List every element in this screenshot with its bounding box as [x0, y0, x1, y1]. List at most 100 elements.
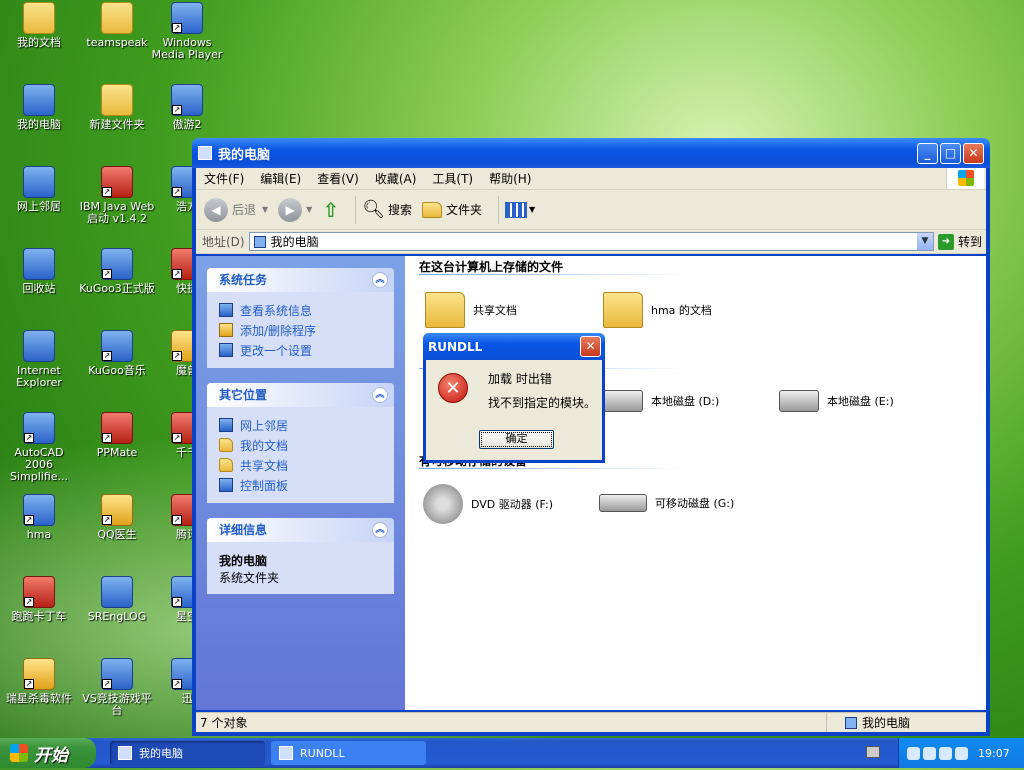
network-tray-icon[interactable]: [907, 746, 920, 760]
maximize-button[interactable]: □: [940, 142, 961, 164]
other-places-header[interactable]: 其它位置 ︽: [207, 383, 394, 407]
desktop-icon[interactable]: ↗ 瑞星杀毒软件: [0, 658, 78, 705]
start-button[interactable]: 开始: [0, 738, 96, 768]
desktop-icon[interactable]: ↗ KuGoo音乐: [78, 330, 156, 377]
back-button[interactable]: ◀ 后退 ▼: [204, 197, 268, 222]
desktop-icon[interactable]: ↗ Windows Media Player: [148, 2, 226, 61]
desktop-icon[interactable]: ↗ IBM Java Web 启动 v1.4.2: [78, 166, 156, 225]
dialog-titlebar[interactable]: RUNDLL ✕: [423, 333, 605, 360]
other-places-panel: 其它位置 ︽ 网上邻居 我的文档 共享文档 控制面板: [207, 383, 394, 503]
item-removable-disk[interactable]: 可移动磁盘 (G:): [599, 494, 734, 512]
shortcut-arrow-icon: ↗: [24, 515, 34, 525]
app-icon: ↗: [23, 576, 55, 608]
dialog-close-button[interactable]: ✕: [580, 336, 601, 357]
dialog-message-line1: 加载 时出错: [488, 372, 552, 386]
minimize-button[interactable]: _: [917, 142, 938, 164]
address-dropdown-button[interactable]: ▼: [916, 233, 933, 250]
error-icon: ✕: [438, 373, 468, 403]
menubar: 文件(F) 编辑(E) 查看(V) 收藏(A) 工具(T) 帮助(H): [196, 168, 986, 190]
documents-folder-icon: [219, 438, 233, 452]
place-shared-documents[interactable]: 共享文档: [219, 455, 382, 475]
window-content: 系统任务 ︽ 查看系统信息 添加/删除程序 更改一个设置 其它位置 ︽ 网上邻居 我…: [196, 256, 986, 710]
folders-button[interactable]: 文件夹: [421, 201, 482, 218]
desktop-icon[interactable]: 网上邻居: [0, 166, 78, 213]
collapse-icon[interactable]: ︽: [372, 387, 388, 403]
views-icon: [504, 201, 527, 218]
desktop-icon[interactable]: 我的电脑: [0, 84, 78, 131]
place-network[interactable]: 网上邻居: [219, 415, 382, 435]
up-button[interactable]: ⇧: [322, 198, 339, 222]
close-button[interactable]: ✕: [963, 142, 984, 164]
security-tray-icon[interactable]: [955, 746, 968, 760]
desktop-icon[interactable]: ↗ AutoCAD 2006 Simplifie...: [0, 412, 78, 483]
desktop-icon[interactable]: teamspeak: [78, 2, 156, 49]
file-view[interactable]: 在这台计算机上存储的文件 共享文档 hma 的文档 本地磁盘 (D:) 本地磁盘…: [405, 256, 986, 710]
item-disk-e[interactable]: 本地磁盘 (E:): [779, 390, 894, 412]
desktop-icon[interactable]: ↗ KuGoo3正式版: [78, 248, 156, 295]
desktop-icon[interactable]: 我的文档: [0, 2, 78, 49]
umbrella-tray-icon[interactable]: [923, 746, 936, 760]
desktop-icon[interactable]: ↗ hma: [0, 494, 78, 541]
taskbar-item-my-computer[interactable]: 我的电脑: [110, 741, 265, 765]
taskbar-item-rundll[interactable]: RUNDLL: [271, 741, 426, 765]
menu-tools[interactable]: 工具(T): [432, 170, 473, 187]
item-shared-documents[interactable]: 共享文档: [425, 292, 517, 328]
system-tasks-header[interactable]: 系统任务 ︽: [207, 268, 394, 292]
go-button[interactable]: ➜ 转到: [937, 233, 982, 250]
task-change-setting[interactable]: 更改一个设置: [219, 340, 382, 360]
collapse-icon[interactable]: ︽: [372, 522, 388, 538]
computer-icon: [198, 146, 212, 160]
desktop-icon[interactable]: ↗ VS竞技游戏平 台: [78, 658, 156, 717]
menu-help[interactable]: 帮助(H): [489, 170, 531, 187]
search-button[interactable]: 🔍︎ 搜索: [362, 199, 412, 220]
details-name: 我的电脑: [219, 554, 268, 568]
app-icon: ↗: [101, 248, 133, 280]
menu-favorites[interactable]: 收藏(A): [375, 170, 417, 187]
forward-button[interactable]: ▶ ▼: [278, 197, 312, 222]
rundll-error-dialog[interactable]: RUNDLL ✕ ✕ 加载 时出错 找不到指定的模块。 确定: [423, 333, 605, 463]
details-header[interactable]: 详细信息 ︽: [207, 518, 394, 542]
address-value: 我的电脑: [270, 235, 319, 249]
views-button[interactable]: ▼: [504, 201, 535, 218]
toolbar-separator: [497, 195, 499, 224]
place-my-documents[interactable]: 我的文档: [219, 435, 382, 455]
desktop-icon-label: 回收站: [22, 282, 56, 295]
desktop-icon[interactable]: SREngLOG: [78, 576, 156, 623]
menu-file[interactable]: 文件(F): [204, 170, 244, 187]
dialog-message-line2: 找不到指定的模块。: [488, 396, 597, 410]
desktop-icon-label: IBM Java Web 启动 v1.4.2: [79, 200, 155, 225]
item-hma-documents[interactable]: hma 的文档: [603, 292, 712, 328]
task-add-remove-programs[interactable]: 添加/删除程序: [219, 320, 382, 340]
item-dvd-drive[interactable]: DVD 驱动器 (F:): [423, 484, 553, 524]
app-icon: ↗: [101, 330, 133, 362]
shortcut-arrow-icon: ↗: [24, 433, 34, 443]
desktop-icon[interactable]: 回收站: [0, 248, 78, 295]
network-icon: [219, 418, 233, 432]
app-icon: ↗: [101, 658, 133, 690]
desktop-icon[interactable]: Internet Explorer: [0, 330, 78, 389]
desktop-icon-label: QQ医生: [97, 528, 137, 541]
shortcut-arrow-icon: ↗: [172, 515, 182, 525]
system-tasks-panel: 系统任务 ︽ 查看系统信息 添加/删除程序 更改一个设置: [207, 268, 394, 368]
place-control-panel[interactable]: 控制面板: [219, 475, 382, 495]
task-view-system-info[interactable]: 查看系统信息: [219, 300, 382, 320]
address-input[interactable]: 我的电脑 ▼: [248, 232, 934, 251]
clock[interactable]: 19:07: [978, 747, 1010, 760]
desktop-icon-label: 新建文件夹: [89, 118, 145, 131]
desktop-icon[interactable]: 新建文件夹: [78, 84, 156, 131]
desktop-icon[interactable]: ↗ 傲游2: [148, 84, 226, 131]
search-icon: 🔍︎: [362, 199, 385, 220]
desktop-icon[interactable]: ↗ PPMate: [78, 412, 156, 459]
menu-view[interactable]: 查看(V): [317, 170, 359, 187]
desktop-icon[interactable]: ↗ QQ医生: [78, 494, 156, 541]
volume-tray-icon[interactable]: [939, 746, 952, 760]
ok-button[interactable]: 确定: [479, 430, 554, 449]
desktop-icon[interactable]: ↗ 跑跑卡丁车: [0, 576, 78, 623]
item-disk-d[interactable]: 本地磁盘 (D:): [603, 390, 719, 412]
collapse-icon[interactable]: ︽: [372, 272, 388, 288]
window-titlebar[interactable]: 我的电脑 _ □ ✕: [192, 138, 990, 168]
toolbar-separator: [355, 195, 357, 224]
window-title: 我的电脑: [218, 147, 271, 163]
menu-edit[interactable]: 编辑(E): [260, 170, 301, 187]
keyboard-icon[interactable]: [866, 746, 880, 758]
